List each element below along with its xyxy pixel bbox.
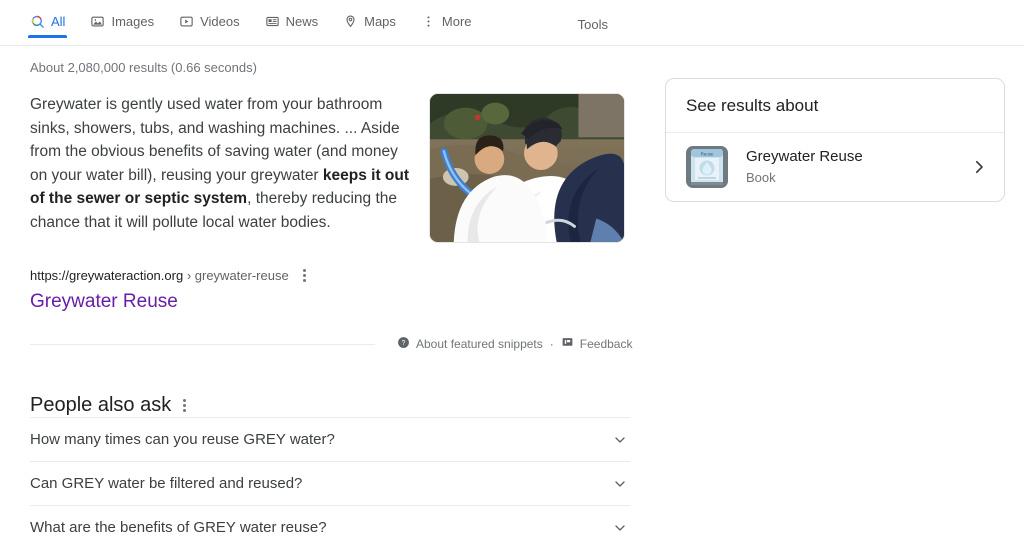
nav-tab-more[interactable]: More [421, 14, 472, 38]
nav-tab-all-label: All [51, 14, 66, 29]
see-results-about-texts: Greywater Reuse Book [746, 147, 970, 187]
featured-snippet-text: Greywater is gently used water from your… [30, 93, 415, 243]
see-results-about-item-subtitle: Book [746, 170, 776, 185]
search-results-column: Greywater is gently used water from your… [30, 75, 632, 550]
nav-tab-images-label: Images [111, 14, 155, 29]
image-icon [90, 14, 105, 29]
people-also-ask-header: People also ask [30, 394, 630, 417]
people-also-ask-options-icon[interactable] [179, 396, 190, 415]
about-featured-snippets-link[interactable]: ? About featured snippets [397, 336, 543, 352]
snippet-footer-links: ? About featured snippets · Feedback [397, 336, 632, 352]
search-nav-bar: All Images Videos News Maps More Tools [0, 0, 1024, 46]
see-results-about-card: See results about Reuse Greywater Reuse … [665, 78, 1005, 202]
chevron-down-icon [612, 520, 628, 536]
result-url[interactable]: https://greywateraction.org › greywater-… [30, 268, 289, 283]
snippet-feedback-link[interactable]: Feedback [561, 336, 633, 352]
paa-question-row[interactable]: What are the benefits of GREY water reus… [30, 505, 630, 549]
about-featured-snippets-label: About featured snippets [416, 337, 543, 351]
see-results-about-item[interactable]: Reuse Greywater Reuse Book [666, 133, 1004, 201]
result-url-domain: https://greywateraction.org [30, 268, 184, 283]
knowledge-panel-column: See results about Reuse Greywater Reuse … [665, 75, 1005, 202]
featured-snippet-footer: ? About featured snippets · Feedback [30, 334, 632, 354]
nav-tab-news-label: News [285, 14, 319, 29]
chevron-right-icon[interactable] [970, 158, 988, 176]
snippet-divider [30, 343, 375, 345]
help-circle-icon: ? [397, 336, 410, 352]
paa-question-label: Can GREY water be filtered and reused? [30, 475, 303, 492]
map-pin-icon [343, 14, 358, 29]
chevron-down-icon [612, 476, 628, 492]
people-also-ask-title: People also ask [30, 394, 172, 416]
see-results-about-item-title: Greywater Reuse [746, 148, 863, 165]
video-icon [179, 14, 194, 29]
tools-button[interactable]: Tools [578, 17, 608, 32]
nav-tab-more-label: More [441, 14, 472, 29]
svg-text:Reuse: Reuse [701, 151, 714, 156]
paa-question-label: How many times can you reuse GREY water? [30, 431, 335, 448]
snippet-feedback-label: Feedback [579, 337, 633, 351]
result-url-path: › greywater-reuse [186, 268, 289, 283]
chevron-down-icon [612, 432, 628, 448]
paa-question-row[interactable]: How many times can you reuse GREY water? [30, 417, 630, 461]
footer-separator: · [549, 337, 554, 351]
nav-tab-news[interactable]: News [265, 14, 319, 38]
paa-question-label: What are the benefits of GREY water reus… [30, 519, 327, 536]
featured-snippet-image[interactable] [429, 93, 625, 243]
people-also-ask-section: People also ask How many times can you r… [30, 394, 630, 550]
paa-question-row[interactable]: Can GREY water be filtered and reused? [30, 461, 630, 505]
search-icon [30, 14, 45, 29]
nav-tab-images[interactable]: Images [90, 14, 154, 38]
news-icon [265, 14, 280, 29]
result-stats: About 2,080,000 results (0.66 seconds) [30, 60, 257, 75]
nav-tab-maps-label: Maps [364, 14, 396, 29]
more-vertical-icon [421, 14, 436, 29]
nav-tab-maps[interactable]: Maps [343, 14, 396, 38]
book-cover-thumbnail: Reuse [686, 146, 728, 188]
nav-tab-all[interactable]: All [27, 14, 68, 38]
result-title-link[interactable]: Greywater Reuse [30, 289, 630, 314]
svg-text:?: ? [402, 340, 406, 347]
content-area: Greywater is gently used water from your… [0, 75, 1024, 550]
nav-tab-videos[interactable]: Videos [179, 14, 240, 38]
featured-snippet: Greywater is gently used water from your… [30, 93, 630, 243]
flag-icon [561, 336, 574, 352]
nav-tab-videos-label: Videos [200, 14, 240, 29]
result-options-menu-icon[interactable] [299, 266, 310, 285]
result-source-row: https://greywateraction.org › greywater-… [30, 266, 630, 285]
see-results-about-header: See results about [666, 79, 1004, 133]
